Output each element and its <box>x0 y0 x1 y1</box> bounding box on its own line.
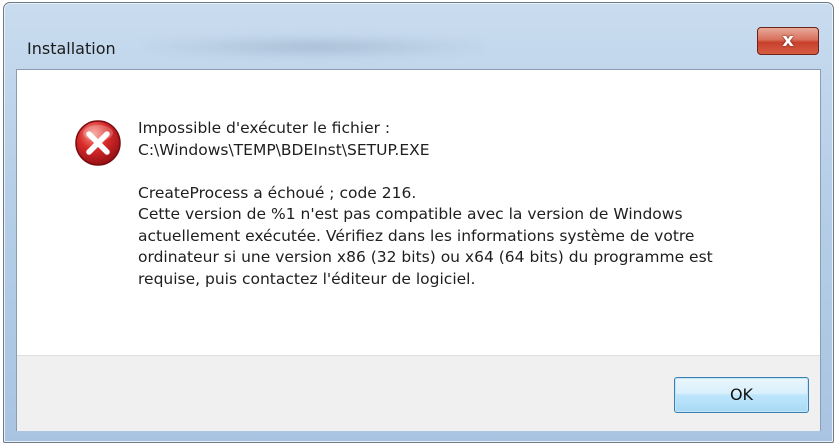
message-line: CreateProcess a échoué ; code 216. <box>138 183 417 202</box>
message-line: Impossible d'exécuter le fichier : <box>138 119 391 137</box>
message-line: ordinateur si une version x86 (32 bits) … <box>138 248 713 266</box>
message-line: requise, puis contactez l'éditeur de log… <box>138 269 476 288</box>
error-icon <box>75 120 121 166</box>
dialog-body: Impossible d'exécuter le fichier : C:\Wi… <box>16 69 821 431</box>
title-blurred-region <box>144 35 484 59</box>
error-message: Impossible d'exécuter le fichier : C:\Wi… <box>138 118 808 290</box>
button-bar: OK <box>17 355 820 431</box>
dialog-window: Installation x Impossible d'exécuter le … <box>3 2 834 443</box>
file-path: C:\Windows\TEMP\BDEInst\SETUP.EXE <box>138 140 430 159</box>
message-line: actuellement exécutée. Vérifiez dans les… <box>138 226 695 245</box>
window-title: Installation <box>27 39 116 58</box>
title-bar[interactable]: Installation x <box>4 3 833 69</box>
close-button[interactable]: x <box>757 27 819 55</box>
ok-button[interactable]: OK <box>674 377 809 413</box>
message-area: Impossible d'exécuter le fichier : C:\Wi… <box>17 70 820 355</box>
message-line: Cette version de %1 n'est pas compatible… <box>138 205 683 223</box>
